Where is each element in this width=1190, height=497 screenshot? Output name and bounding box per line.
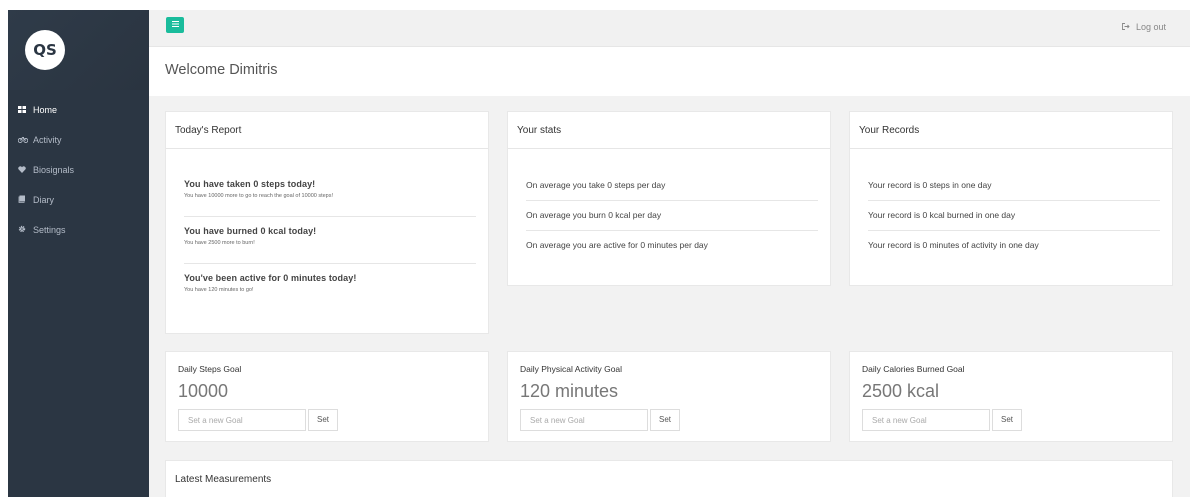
panel-title: Your stats bbox=[508, 112, 830, 149]
set-calories-goal-button[interactable]: Set bbox=[992, 409, 1022, 431]
topbar: Log out bbox=[149, 10, 1190, 47]
sidebar: QS Home Activity Biosignals Diary Settin… bbox=[8, 10, 149, 497]
menu-toggle-button[interactable] bbox=[166, 17, 184, 33]
sidebar-item-activity[interactable]: Activity bbox=[8, 125, 149, 155]
report-item-steps: You have taken 0 steps today! You have 1… bbox=[175, 179, 342, 199]
divider bbox=[868, 200, 1160, 201]
sidebar-item-label: Home bbox=[33, 105, 58, 115]
logout-icon bbox=[1121, 23, 1132, 32]
sidebar-item-label: Diary bbox=[33, 195, 55, 205]
divider bbox=[526, 200, 818, 201]
hamburger-icon bbox=[171, 19, 179, 30]
sidebar-item-settings[interactable]: Settings bbox=[8, 215, 149, 245]
stat-steps: On average you take 0 steps per day bbox=[526, 180, 666, 190]
page-header: Welcome Dimitris bbox=[149, 47, 1190, 96]
record-steps: Your record is 0 steps in one day bbox=[868, 180, 992, 190]
calories-goal-input[interactable] bbox=[862, 409, 990, 431]
goal-label: Daily Calories Burned Goal bbox=[862, 364, 965, 374]
report-item-subtitle: You have 120 minutes to go! bbox=[184, 287, 254, 293]
set-steps-goal-button[interactable]: Set bbox=[308, 409, 338, 431]
bike-icon bbox=[17, 136, 30, 145]
divider bbox=[184, 263, 476, 264]
report-item-active: You've been active for 0 minutes today! … bbox=[175, 273, 365, 293]
sidebar-item-biosignals[interactable]: Biosignals bbox=[8, 155, 149, 185]
divider bbox=[868, 230, 1160, 231]
your-records-panel: Your Records Your record is 0 steps in o… bbox=[849, 111, 1173, 286]
record-active: Your record is 0 minutes of activity in … bbox=[868, 240, 1039, 250]
stat-active: On average you are active for 0 minutes … bbox=[526, 240, 708, 250]
grid-icon bbox=[18, 105, 30, 115]
steps-goal-input[interactable] bbox=[178, 409, 306, 431]
goal-value: 10000 bbox=[178, 381, 229, 401]
set-activity-goal-button[interactable]: Set bbox=[650, 409, 680, 431]
sidebar-nav: Home Activity Biosignals Diary Settings bbox=[8, 95, 149, 245]
goal-label: Daily Steps Goal bbox=[178, 364, 242, 374]
latest-measurements-panel: Latest Measurements bbox=[165, 460, 1173, 497]
logout-link[interactable]: Log out bbox=[1121, 22, 1166, 32]
gear-icon bbox=[18, 225, 30, 235]
panel-title: Your Records bbox=[850, 112, 1172, 149]
activity-goal-panel: Daily Physical Activity Goal 120 minutes… bbox=[507, 351, 831, 442]
panel-title: Today's Report bbox=[166, 112, 488, 149]
todays-report-panel: Today's Report You have taken 0 steps to… bbox=[165, 111, 489, 334]
book-icon bbox=[18, 195, 30, 205]
sidebar-item-label: Biosignals bbox=[33, 165, 75, 175]
panel-title: Latest Measurements bbox=[166, 461, 1172, 497]
goal-value: 120 minutes bbox=[520, 381, 619, 401]
steps-goal-panel: Daily Steps Goal 10000 Set bbox=[165, 351, 489, 442]
logout-label: Log out bbox=[1135, 22, 1166, 32]
heart-icon bbox=[18, 165, 30, 175]
report-item-title: You have burned 0 kcal today! bbox=[184, 226, 317, 236]
sidebar-item-home[interactable]: Home bbox=[8, 95, 149, 125]
sidebar-item-diary[interactable]: Diary bbox=[8, 185, 149, 215]
main-content: Today's Report You have taken 0 steps to… bbox=[149, 96, 1190, 497]
sidebar-item-label: Settings bbox=[33, 225, 66, 235]
report-item-subtitle: You have 2500 more to burn! bbox=[184, 240, 255, 246]
report-item-title: You've been active for 0 minutes today! bbox=[184, 273, 357, 283]
divider bbox=[526, 230, 818, 231]
sidebar-item-label: Activity bbox=[33, 135, 62, 145]
activity-goal-input[interactable] bbox=[520, 409, 648, 431]
record-kcal: Your record is 0 kcal burned in one day bbox=[868, 210, 1016, 220]
goal-value: 2500 kcal bbox=[862, 381, 940, 401]
divider bbox=[184, 216, 476, 217]
your-stats-panel: Your stats On average you take 0 steps p… bbox=[507, 111, 831, 286]
sidebar-header: QS bbox=[8, 10, 149, 90]
report-item-title: You have taken 0 steps today! bbox=[184, 179, 316, 189]
page-title: Welcome Dimitris bbox=[165, 62, 278, 78]
logo[interactable]: QS bbox=[25, 30, 65, 70]
report-item-kcal: You have burned 0 kcal today! You have 2… bbox=[175, 226, 325, 246]
stat-kcal: On average you burn 0 kcal per day bbox=[526, 210, 662, 220]
report-item-subtitle: You have 10000 more to go to reach the g… bbox=[184, 193, 334, 199]
calories-goal-panel: Daily Calories Burned Goal 2500 kcal Set bbox=[849, 351, 1173, 442]
goal-label: Daily Physical Activity Goal bbox=[520, 364, 623, 374]
